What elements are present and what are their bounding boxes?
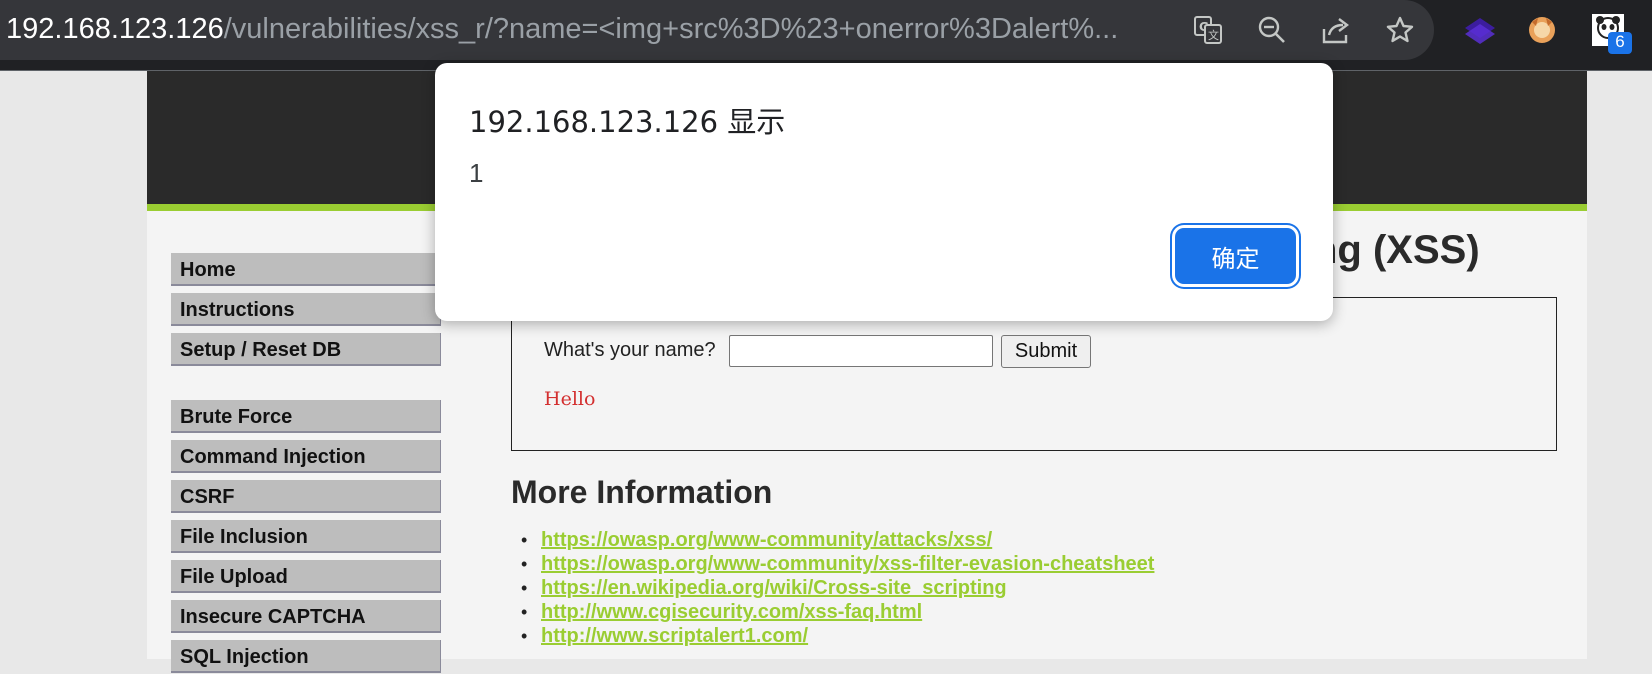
name-label: What's your name? — [544, 339, 716, 361]
url-host: 192.168.123.126 — [6, 13, 224, 45]
link-owasp-xss[interactable]: https://owasp.org/www-community/attacks/… — [541, 529, 992, 551]
list-item: https://owasp.org/www-community/xss-filt… — [521, 552, 1154, 576]
zoom-out-icon[interactable] — [1254, 12, 1290, 48]
extension-layers-icon[interactable] — [1462, 12, 1498, 48]
alert-dialog: 192.168.123.126 显示 1 确定 — [435, 63, 1333, 321]
url-path: /vulnerabilities/xss_r/?name=<img+src%3D… — [223, 13, 1119, 45]
dialog-message: 1 — [469, 158, 484, 188]
list-item: https://owasp.org/www-community/attacks/… — [521, 528, 1154, 552]
link-scriptalert1[interactable]: http://www.scriptalert1.com/ — [541, 625, 808, 647]
link-cgisecurity-faq[interactable]: http://www.cgisecurity.com/xss-faq.html — [541, 601, 922, 623]
dialog-ok-button[interactable]: 确定 — [1175, 228, 1296, 284]
menu-item-setup-reset-db[interactable]: Setup / Reset DB — [171, 333, 441, 366]
menu-item-instructions[interactable]: Instructions — [171, 293, 441, 326]
link-owasp-filter-evasion[interactable]: https://owasp.org/www-community/xss-filt… — [541, 553, 1154, 575]
browser-toolbar: 192.168.123.126/vulnerabilities/xss_r/?n… — [0, 0, 1652, 70]
list-item: http://www.scriptalert1.com/ — [521, 624, 1154, 648]
menu-item-command-injection[interactable]: Command Injection — [171, 440, 441, 473]
extension-panda-icon[interactable]: 6 — [1590, 12, 1632, 54]
list-item: http://www.cgisecurity.com/xss-faq.html — [521, 600, 1154, 624]
menu-item-home[interactable]: Home — [171, 253, 441, 286]
url-text[interactable]: 192.168.123.126/vulnerabilities/xss_r/?n… — [6, 12, 1118, 46]
menu-item-file-inclusion[interactable]: File Inclusion — [171, 520, 441, 553]
more-information-heading: More Information — [511, 474, 773, 510]
reference-links-list: https://owasp.org/www-community/attacks/… — [521, 528, 1154, 648]
share-icon[interactable] — [1318, 12, 1354, 48]
submit-button[interactable]: Submit — [1001, 335, 1091, 368]
list-item: https://en.wikipedia.org/wiki/Cross-site… — [521, 576, 1154, 600]
link-wikipedia-xss[interactable]: https://en.wikipedia.org/wiki/Cross-site… — [541, 577, 1007, 599]
translate-icon[interactable]: G 文 — [1190, 12, 1226, 48]
address-bar[interactable]: 192.168.123.126/vulnerabilities/xss_r/?n… — [0, 0, 1434, 60]
menu-item-file-upload[interactable]: File Upload — [171, 560, 441, 593]
name-input[interactable] — [729, 335, 993, 367]
extension-badge: 6 — [1608, 32, 1632, 54]
svg-text:文: 文 — [1208, 28, 1219, 42]
menu-item-brute-force[interactable]: Brute Force — [171, 400, 441, 433]
menu-item-insecure-captcha[interactable]: Insecure CAPTCHA — [171, 600, 441, 633]
bookmark-star-icon[interactable] — [1382, 12, 1418, 48]
dialog-title: 192.168.123.126 显示 — [469, 105, 786, 139]
menu-item-csrf[interactable]: CSRF — [171, 480, 441, 513]
menu-item-sql-injection[interactable]: SQL Injection — [171, 640, 441, 673]
extension-fox-icon[interactable] — [1524, 12, 1560, 48]
xss-result-text: Hello — [544, 388, 596, 410]
page-title: ng (XSS) — [1313, 228, 1480, 272]
